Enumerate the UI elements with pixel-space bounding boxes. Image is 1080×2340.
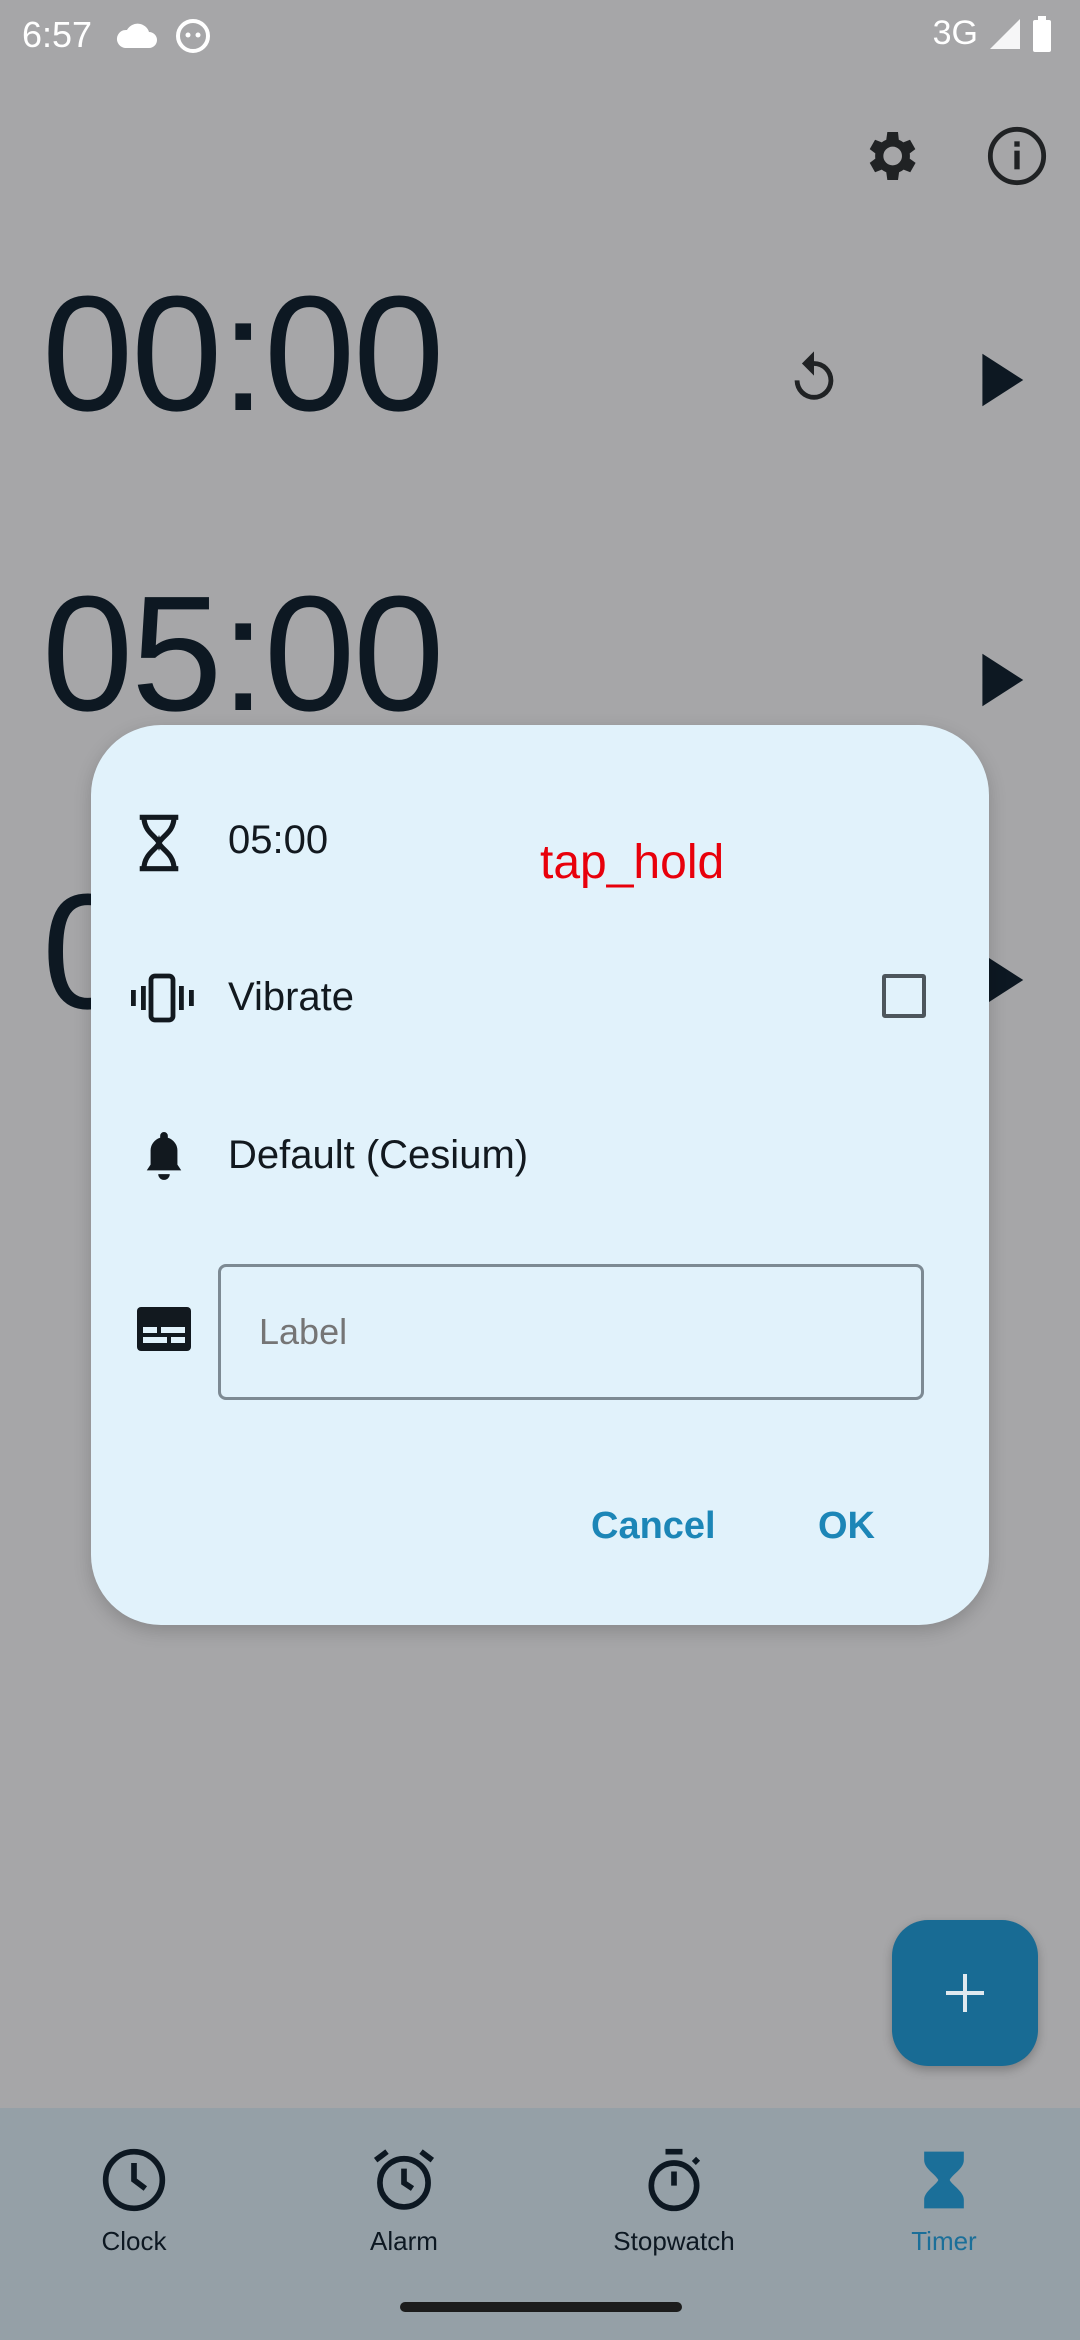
add-timer-button[interactable] bbox=[892, 1920, 1038, 2066]
cat-icon bbox=[175, 18, 211, 59]
play-icon[interactable] bbox=[962, 645, 1032, 715]
label-input[interactable] bbox=[218, 1264, 924, 1400]
sound-selection[interactable]: Default (Cesium) bbox=[228, 1133, 528, 1178]
alarm-icon bbox=[373, 2149, 435, 2210]
settings-gear-icon[interactable] bbox=[858, 124, 922, 188]
battery-icon bbox=[1033, 15, 1051, 52]
timer-2-time[interactable]: 05:00 bbox=[42, 572, 444, 736]
stopwatch-icon bbox=[648, 2148, 701, 2212]
network-type: 3G bbox=[932, 14, 978, 52]
home-indicator[interactable] bbox=[400, 2302, 682, 2312]
reset-icon[interactable] bbox=[785, 345, 843, 416]
cloud-icon bbox=[115, 18, 157, 59]
nav-label: Timer bbox=[911, 2226, 977, 2256]
nav-item-clock[interactable]: Clock bbox=[34, 2146, 234, 2257]
label-icon bbox=[137, 1307, 191, 1356]
ok-button[interactable]: OK bbox=[818, 1505, 875, 1548]
timer-1-time[interactable]: 00:00 bbox=[42, 272, 444, 436]
plus-icon bbox=[946, 1974, 984, 2012]
timer-duration[interactable]: 05:00 bbox=[228, 818, 328, 863]
status-icons: 3G bbox=[933, 14, 1052, 53]
nav-item-alarm[interactable]: Alarm bbox=[304, 2146, 504, 2257]
nav-label: Stopwatch bbox=[613, 2226, 735, 2256]
status-time: 6:57 bbox=[22, 14, 93, 55]
signal-icon bbox=[990, 18, 1020, 49]
hourglass-icon bbox=[133, 813, 185, 878]
cancel-button[interactable]: Cancel bbox=[591, 1505, 716, 1548]
clock-icon bbox=[102, 2148, 166, 2212]
nav-item-stopwatch[interactable]: Stopwatch bbox=[574, 2146, 774, 2257]
vibrate-checkbox[interactable] bbox=[882, 974, 926, 1018]
info-icon[interactable] bbox=[985, 124, 1049, 188]
vibrate-label: Vibrate bbox=[228, 975, 355, 1019]
gesture-annotation: tap_hold bbox=[540, 836, 725, 889]
vibrate-icon bbox=[129, 973, 195, 1028]
timer-icon bbox=[924, 2151, 964, 2209]
nav-item-timer[interactable]: Timer bbox=[844, 2146, 1044, 2257]
bell-icon bbox=[141, 1127, 187, 1188]
play-icon[interactable] bbox=[962, 345, 1032, 415]
nav-label: Clock bbox=[101, 2226, 167, 2256]
nav-label: Alarm bbox=[370, 2226, 438, 2256]
